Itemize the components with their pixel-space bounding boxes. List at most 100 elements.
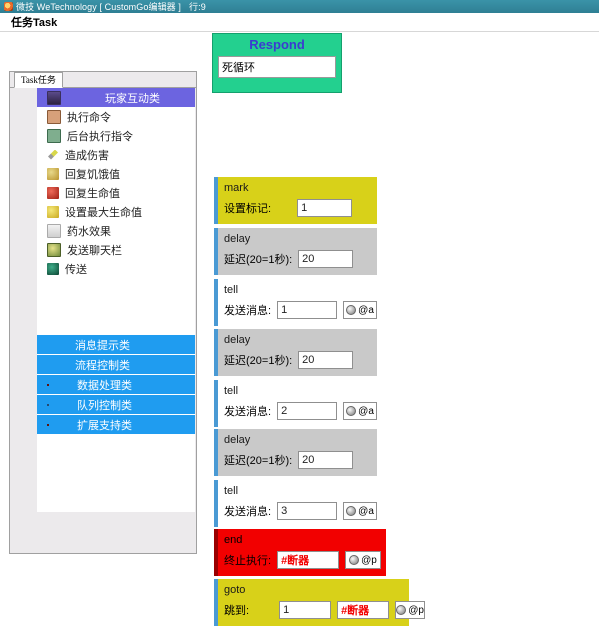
palette-tabstrip: Task任务 — [10, 72, 196, 88]
block-keyword: tell — [224, 385, 239, 397]
block-keyword: end — [224, 534, 243, 546]
tell-target-button[interactable]: @a — [343, 502, 377, 520]
tree-item-potion-effect[interactable]: 药水效果 — [37, 221, 195, 240]
tree-item-label: 回复饥饿值 — [65, 168, 120, 181]
tab-task[interactable]: Task任务 — [14, 72, 63, 88]
tree-item-deal-damage[interactable]: 造成伤害 — [37, 145, 195, 164]
block-delay-2[interactable]: delay 延迟(20=1秒): — [214, 329, 377, 376]
sword-icon — [47, 149, 59, 161]
goto-extra-input[interactable] — [337, 601, 390, 619]
chain-command-block-icon — [47, 128, 61, 143]
target-label: @a — [358, 505, 374, 517]
block-keyword: delay — [224, 334, 251, 346]
block-tell-1[interactable]: tell 发送消息: @a — [214, 279, 377, 326]
block-label: 设置标记: — [224, 203, 272, 215]
target-label: @p — [361, 554, 377, 566]
goto-target-button[interactable]: @p — [395, 601, 426, 619]
block-tell-2[interactable]: tell 发送消息: @a — [214, 380, 377, 427]
task-palette-panel: Task任务 玩家互动类 执行命令 后台执行指令 造成伤害 回复饥饿值 回复生命… — [9, 71, 197, 554]
workspace: Task任务 玩家互动类 执行命令 后台执行指令 造成伤害 回复饥饿值 回复生命… — [0, 32, 599, 626]
target-selector-icon — [346, 406, 357, 416]
category-data-processing[interactable]: 数据处理类 — [37, 375, 195, 395]
category-extension-support[interactable]: 扩展支持类 — [37, 415, 195, 435]
category-label: 队列控制类 — [77, 399, 132, 412]
tree-item-set-max-health[interactable]: 设置最大生命值 — [37, 202, 195, 221]
category-label: 数据处理类 — [77, 379, 132, 392]
block-row: 跳到: @p — [224, 599, 426, 621]
block-delay-3[interactable]: delay 延迟(20=1秒): — [214, 429, 377, 476]
goto-value-input[interactable] — [279, 601, 332, 619]
target-label: @a — [358, 405, 374, 417]
tree-gap — [37, 278, 195, 335]
golden-apple-icon — [47, 167, 59, 180]
tell-message-input[interactable] — [277, 301, 338, 319]
block-mark[interactable]: mark 设置标记: — [214, 177, 377, 224]
tree-item-player-interaction[interactable]: 玩家互动类 — [37, 88, 195, 107]
block-label: 发送消息: — [224, 506, 272, 518]
block-label: 发送消息: — [224, 406, 272, 418]
target-selector-icon — [396, 605, 407, 615]
category-label: 消息提示类 — [75, 339, 130, 352]
block-delay-1[interactable]: delay 延迟(20=1秒): — [214, 228, 377, 275]
target-label: @p — [408, 604, 424, 616]
menu-item-task[interactable]: 任务Task — [6, 13, 62, 31]
delay-value-input[interactable] — [298, 250, 354, 268]
potion-icon — [47, 90, 61, 105]
tell-target-button[interactable]: @a — [343, 301, 377, 319]
block-row: 终止执行: @p — [224, 549, 386, 571]
category-label: 扩展支持类 — [77, 419, 132, 432]
block-keyword: mark — [224, 182, 249, 194]
tell-message-input[interactable] — [277, 402, 338, 420]
end-value-input[interactable] — [277, 551, 340, 569]
block-row: 延迟(20=1秒): — [224, 449, 377, 471]
tree-item-restore-hunger[interactable]: 回复饥饿值 — [37, 164, 195, 183]
block-keyword: tell — [224, 485, 239, 497]
command-block-icon — [47, 109, 61, 124]
block-keyword: delay — [224, 233, 251, 245]
target-selector-icon — [346, 305, 357, 315]
tree-item-label: 回复生命值 — [65, 187, 120, 200]
respond-input[interactable] — [218, 56, 336, 78]
ender-pearl-icon — [47, 262, 59, 275]
tree-item-label: 传送 — [65, 263, 87, 276]
tree-item-label: 药水效果 — [67, 225, 111, 238]
extension-icon — [47, 423, 49, 426]
block-row: 延迟(20=1秒): — [224, 349, 377, 371]
apple-icon — [47, 186, 59, 199]
tree-item-label: 后台执行指令 — [67, 130, 133, 143]
respond-panel: Respond — [212, 33, 342, 93]
app-icon — [4, 2, 13, 11]
block-row: 发送消息: @a — [224, 500, 377, 522]
data-icon — [47, 383, 49, 386]
target-selector-icon — [349, 555, 360, 565]
tell-target-button[interactable]: @a — [343, 402, 377, 420]
block-goto[interactable]: goto 跳到: @p — [214, 579, 426, 626]
action-tree: 玩家互动类 执行命令 后台执行指令 造成伤害 回复饥饿值 回复生命值 设置最大生… — [37, 88, 195, 512]
block-keyword: goto — [224, 584, 246, 596]
block-row: 发送消息: @a — [224, 400, 377, 422]
respond-field-wrap — [213, 56, 341, 78]
block-label: 延迟(20=1秒): — [224, 254, 293, 266]
tree-item-execute-command[interactable]: 执行命令 — [37, 107, 195, 126]
category-flow-control[interactable]: 流程控制类 — [37, 355, 195, 375]
queue-icon — [47, 403, 49, 406]
block-label: 跳到: — [224, 605, 250, 617]
delay-value-input[interactable] — [298, 451, 354, 469]
mark-value-input[interactable] — [297, 199, 353, 217]
tree-item-background-command[interactable]: 后台执行指令 — [37, 126, 195, 145]
block-end[interactable]: end 终止执行: @p — [214, 529, 386, 576]
category-message[interactable]: 消息提示类 — [37, 335, 195, 355]
category-queue-control[interactable]: 队列控制类 — [37, 395, 195, 415]
tree-item-send-chat[interactable]: 发送聊天栏 — [37, 240, 195, 259]
end-target-button[interactable]: @p — [345, 551, 381, 569]
tree-item-restore-health[interactable]: 回复生命值 — [37, 183, 195, 202]
block-tell-3[interactable]: tell 发送消息: @a — [214, 480, 377, 527]
row-indicator: 行:9 — [189, 2, 206, 12]
tree-item-label: 造成伤害 — [65, 149, 109, 162]
tell-message-input[interactable] — [277, 502, 338, 520]
tree-item-teleport[interactable]: 传送 — [37, 259, 195, 278]
block-label: 延迟(20=1秒): — [224, 355, 293, 367]
delay-value-input[interactable] — [298, 351, 354, 369]
block-row: 发送消息: @a — [224, 299, 377, 321]
bottle-icon — [47, 223, 61, 238]
